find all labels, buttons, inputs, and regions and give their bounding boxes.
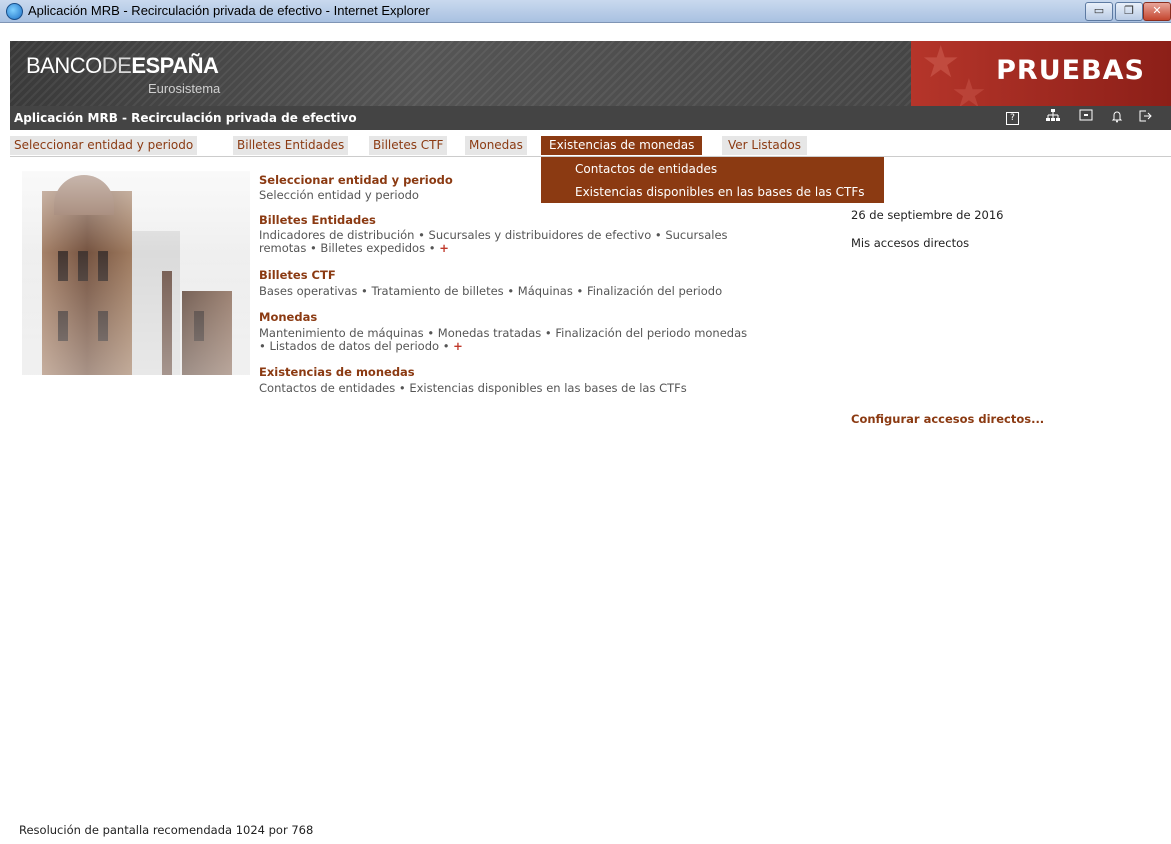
logo-banco: BANCO: [26, 53, 102, 78]
bell-icon[interactable]: [1108, 109, 1125, 126]
resolution-note: Resolución de pantalla recomendada 1024 …: [19, 823, 314, 837]
maximize-button[interactable]: ❐: [1115, 2, 1143, 21]
menu-billetes-ctf[interactable]: Billetes CTF: [369, 136, 448, 155]
menu-seleccionar-entidad[interactable]: Seleccionar entidad y periodo: [10, 136, 198, 155]
window-icon[interactable]: [1077, 109, 1094, 126]
section-title-monedas[interactable]: Monedas: [259, 310, 317, 324]
main-menu: Seleccionar entidad y periodo Billetes E…: [10, 136, 1171, 157]
section-links-monedas-2[interactable]: • Listados de datos del periodo • +: [259, 340, 463, 353]
current-date: 26 de septiembre de 2016: [851, 208, 1004, 222]
environment-label: PRUEBAS: [996, 55, 1145, 86]
shortcuts-heading: Mis accesos directos: [851, 236, 970, 250]
menu-ver-listados[interactable]: Ver Listados: [722, 136, 807, 155]
configure-shortcuts-link[interactable]: Configurar accesos directos...: [851, 412, 1044, 426]
star-decoration-icon: ★: [951, 71, 987, 106]
minimize-button[interactable]: ▭: [1085, 2, 1113, 21]
help-icon[interactable]: ?: [1006, 112, 1019, 125]
dropdown-item-existencias-disponibles[interactable]: Existencias disponibles en las bases de …: [575, 185, 864, 199]
banco-de-espana-logo[interactable]: BANCODEESPAÑA: [26, 53, 219, 79]
more-plus-icon[interactable]: +: [439, 241, 449, 255]
window-titlebar: Aplicación MRB - Recirculación privada d…: [0, 0, 1171, 23]
app-title-bar: Aplicación MRB - Recirculación privada d…: [10, 106, 1171, 130]
section-links-existencias[interactable]: Contactos de entidades • Existencias dis…: [259, 382, 687, 395]
window-title: Aplicación MRB - Recirculación privada d…: [28, 3, 430, 18]
app-title: Aplicación MRB - Recirculación privada d…: [14, 111, 357, 125]
logout-icon[interactable]: [1136, 109, 1153, 126]
more-plus-icon[interactable]: +: [453, 339, 463, 353]
menu-monedas[interactable]: Monedas: [465, 136, 527, 155]
sitemap-icon[interactable]: [1044, 109, 1061, 126]
logo-eurosistema: Eurosistema: [148, 81, 221, 96]
section-title-billetes-ctf[interactable]: Billetes CTF: [259, 268, 336, 282]
section-links-billetes-entidades-2[interactable]: remotas • Billetes expedidos • +: [259, 242, 449, 255]
close-button[interactable]: ✕: [1143, 2, 1171, 21]
internet-explorer-icon: [6, 3, 23, 20]
bank-building-image: [22, 171, 250, 375]
dropdown-item-contactos[interactable]: Contactos de entidades: [575, 162, 717, 176]
logo-de: DE: [101, 53, 132, 78]
existencias-dropdown: Contactos de entidades Existencias dispo…: [541, 157, 884, 203]
section-links-billetes-ctf[interactable]: Bases operativas • Tratamiento de billet…: [259, 285, 722, 298]
section-link-seleccion[interactable]: Selección entidad y periodo: [259, 189, 419, 202]
section-title-seleccionar[interactable]: Seleccionar entidad y periodo: [259, 173, 453, 187]
menu-existencias-de-monedas[interactable]: Existencias de monedas: [541, 136, 703, 155]
section-title-billetes-entidades[interactable]: Billetes Entidades: [259, 213, 376, 227]
menu-billetes-entidades[interactable]: Billetes Entidades: [233, 136, 349, 155]
section-title-existencias[interactable]: Existencias de monedas: [259, 365, 415, 379]
logo-espana: ESPAÑA: [131, 53, 219, 78]
header-banner: BANCODEESPAÑA Eurosistema ★ ★ PRUEBAS: [10, 41, 1171, 106]
